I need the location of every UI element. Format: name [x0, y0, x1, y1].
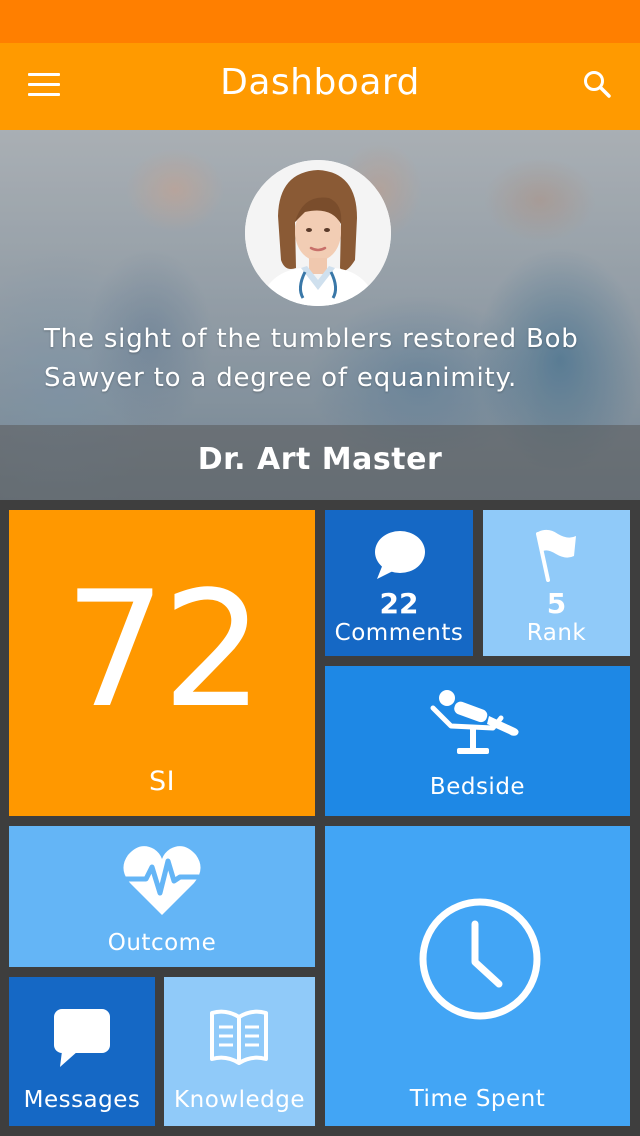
- si-label: SI: [148, 766, 176, 797]
- app-bar: Dashboard: [0, 43, 640, 130]
- time-spent-label: Time Spent: [409, 1086, 546, 1112]
- rank-value: 5: [546, 587, 567, 620]
- outcome-label: Outcome: [107, 930, 217, 956]
- message-icon: [54, 1009, 110, 1067]
- comments-count: 22: [379, 587, 419, 620]
- heart-pulse-icon: [123, 846, 201, 915]
- patient-bed-icon: [430, 690, 519, 754]
- rank-label: Rank: [526, 620, 587, 646]
- bedside-tile[interactable]: Bedside: [325, 666, 630, 816]
- messages-tile[interactable]: Messages: [9, 977, 155, 1126]
- search-button[interactable]: [582, 69, 612, 99]
- doctor-portrait-image: [245, 160, 391, 306]
- knowledge-label: Knowledge: [174, 1087, 305, 1113]
- comments-tile[interactable]: 22 Comments: [325, 510, 473, 656]
- hamburger-icon-line: [28, 83, 60, 86]
- bedside-label: Bedside: [429, 774, 526, 800]
- profile-quote: The sight of the tumblers restored Bob S…: [44, 324, 579, 393]
- status-bar: [0, 0, 640, 43]
- hamburger-icon: [28, 73, 60, 76]
- speech-bubble-icon: [375, 531, 425, 579]
- rank-tile[interactable]: 5 Rank: [483, 510, 630, 656]
- knowledge-tile[interactable]: Knowledge: [164, 977, 315, 1126]
- avatar[interactable]: [245, 160, 391, 306]
- search-icon: [584, 71, 611, 98]
- page-title: Dashboard: [220, 62, 420, 103]
- name-bar: Dr. Art Master: [0, 425, 640, 500]
- outcome-tile[interactable]: Outcome: [9, 826, 315, 967]
- messages-label: Messages: [23, 1087, 141, 1113]
- book-icon: [210, 1009, 268, 1065]
- profile-header: The sight of the tumblers restored Bob S…: [0, 130, 640, 500]
- doctor-name: Dr. Art Master: [197, 442, 443, 477]
- menu-button[interactable]: [28, 73, 60, 97]
- hamburger-icon-line: [28, 93, 60, 96]
- flag-icon: [536, 529, 576, 582]
- clock-icon: [419, 898, 541, 1020]
- si-value: 72: [64, 556, 264, 743]
- time-spent-tile[interactable]: Time Spent: [325, 826, 630, 1126]
- si-tile[interactable]: 72 SI: [9, 510, 315, 816]
- comments-label: Comments: [334, 620, 464, 646]
